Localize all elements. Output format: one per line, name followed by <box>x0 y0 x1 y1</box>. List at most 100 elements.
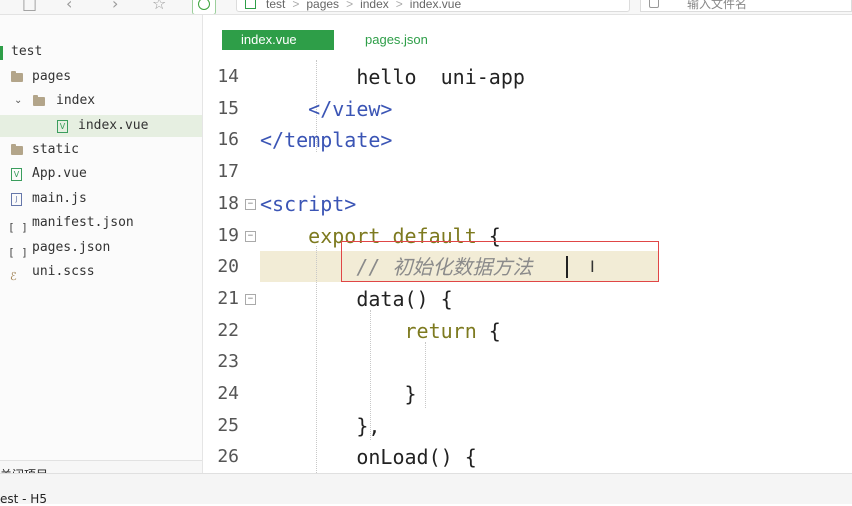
line-number: 16 <box>217 129 239 151</box>
line-number: 20 <box>217 256 239 278</box>
text-cursor <box>566 256 568 278</box>
tree-item-file[interactable]: [ ] pages.json <box>0 237 202 259</box>
back-arrow-icon[interactable]: ‹ <box>66 0 72 13</box>
run-icon <box>198 0 210 10</box>
code-line[interactable]: } <box>260 378 416 410</box>
breadcrumb-item[interactable]: index.vue <box>410 0 461 11</box>
tree-item-file[interactable]: ℰ uni.scss <box>0 261 202 283</box>
fold-toggle-icon[interactable]: − <box>245 230 256 242</box>
ibeam-cursor-icon: I <box>590 257 595 276</box>
tab-pages-json[interactable]: pages.json <box>365 30 428 50</box>
file-search-input[interactable]: 输入文件名 <box>640 0 852 12</box>
gutter-line: 18− <box>203 188 259 220</box>
code-text: }, <box>260 413 381 438</box>
editor-tabs: index.vue pages.json <box>203 15 852 60</box>
indent-guide <box>425 342 426 408</box>
gutter-line: 22 <box>203 315 259 347</box>
breadcrumb[interactable]: test > pages > index > index.vue <box>236 0 630 12</box>
line-number: 26 <box>217 446 239 468</box>
chevron-right-icon: > <box>395 0 403 11</box>
code-line[interactable]: </view> <box>260 93 392 125</box>
code-token: </template> <box>260 128 393 153</box>
line-number: 24 <box>217 383 239 404</box>
tree-item-label: App.vue <box>32 166 87 181</box>
code-line[interactable]: data() { <box>260 283 453 315</box>
scss-file-icon: ℰ <box>10 270 17 283</box>
code-text: { <box>476 318 501 343</box>
code-text: data() { <box>260 286 453 311</box>
code-token: </view> <box>308 96 393 121</box>
folder-icon <box>11 144 23 155</box>
line-number: 25 <box>217 414 239 436</box>
code-token: return <box>404 318 477 343</box>
breadcrumb-item[interactable]: test <box>266 0 285 11</box>
js-file-icon: J <box>11 193 22 206</box>
gutter-line: 15 <box>203 93 259 125</box>
tree-item-folder[interactable]: › pages <box>0 66 202 88</box>
tree-item-file[interactable]: V App.vue <box>0 163 202 185</box>
code-text: hello uni-app <box>260 65 525 89</box>
tree-item-project[interactable]: test <box>0 41 202 63</box>
tree-item-file[interactable]: J main.js <box>0 188 202 210</box>
gutter-line: 25 <box>203 410 259 442</box>
top-toolbar: □ ‹ › ☆ test > pages > index > index.vue 输入文件名 <box>0 0 852 15</box>
star-icon[interactable]: ☆ <box>152 0 166 13</box>
code-line[interactable]: onLoad() { <box>260 441 477 473</box>
vue-file-icon: V <box>11 168 22 181</box>
status-bar: est - H5 <box>0 473 852 506</box>
tab-index-vue[interactable]: index.vue <box>222 30 334 50</box>
gutter-line: 17 <box>203 156 259 188</box>
line-number: 21 <box>217 287 239 309</box>
annotation-highlight-box <box>341 241 659 282</box>
code-line[interactable]: }, <box>260 410 380 442</box>
forward-arrow-icon[interactable]: › <box>112 0 118 13</box>
tree-item-label: index <box>56 93 96 108</box>
run-button[interactable] <box>192 0 216 14</box>
code-text: onLoad() { <box>260 445 477 470</box>
tree-item-label: static <box>32 142 79 157</box>
project-icon <box>245 0 256 9</box>
chevron-down-icon[interactable]: ⌄ <box>14 90 22 112</box>
gutter-line: 14 <box>203 61 259 93</box>
line-number: 23 <box>217 351 239 373</box>
line-number: 22 <box>217 319 239 341</box>
tree-item-folder[interactable]: ⌄ index <box>0 90 202 112</box>
run-target-label[interactable]: est - H5 <box>0 492 47 506</box>
code-line[interactable]: hello uni-app <box>260 61 525 93</box>
tree-item-label: index.vue <box>78 118 149 133</box>
tree-item-folder[interactable]: › static <box>0 139 202 161</box>
line-number: 17 <box>217 161 239 183</box>
gutter-line: 19− <box>203 220 259 252</box>
folder-icon <box>33 95 45 106</box>
tree-item-file[interactable]: [ ] manifest.json <box>0 212 202 234</box>
code-line[interactable]: </template> <box>260 124 392 156</box>
tree-item-label: uni.scss <box>32 264 95 279</box>
gutter-line: 23 <box>203 346 259 378</box>
code-line[interactable]: <script> <box>260 188 356 220</box>
search-placeholder: 输入文件名 <box>687 0 748 11</box>
breadcrumb-item[interactable]: pages <box>306 0 339 11</box>
line-number: 15 <box>217 97 239 119</box>
project-sidebar: test › pages ⌄ index V index.vue › stati… <box>0 15 203 489</box>
line-number: 19 <box>217 224 239 246</box>
new-file-icon[interactable]: □ <box>22 0 37 13</box>
fold-toggle-icon[interactable]: − <box>245 293 256 305</box>
code-editor[interactable]: 14 hello uni-app 15 </view> 16 </template> 1… <box>203 60 852 473</box>
search-icon <box>649 0 659 8</box>
tree-item-label: manifest.json <box>32 215 134 230</box>
code-line[interactable]: return { <box>260 315 501 347</box>
tree-item-label: main.js <box>32 191 87 206</box>
code-token: <script> <box>260 191 357 216</box>
chevron-right-icon: > <box>346 0 354 11</box>
json-file-icon: [ ] <box>8 221 28 234</box>
breadcrumb-item[interactable]: index <box>360 0 389 11</box>
gutter-line: 24 <box>203 378 259 410</box>
folder-icon <box>11 71 23 82</box>
tree-item-label: test <box>11 44 43 59</box>
tree-item-file-selected[interactable]: V index.vue <box>0 115 202 137</box>
fold-toggle-icon[interactable]: − <box>245 198 256 210</box>
vue-file-icon: V <box>57 120 68 133</box>
